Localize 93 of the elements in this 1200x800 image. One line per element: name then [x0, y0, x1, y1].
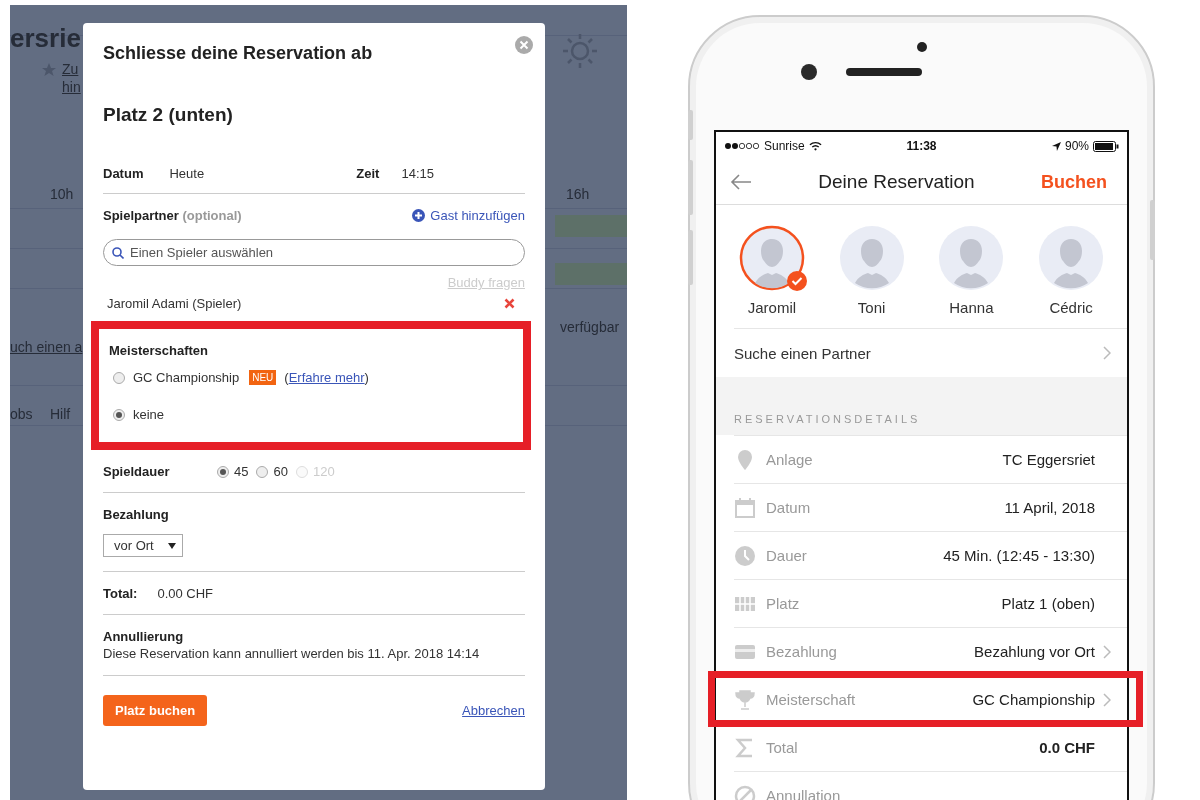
detail-value: TC Eggersriet	[1002, 451, 1095, 468]
calendar-icon	[734, 496, 756, 519]
star-icon[interactable]	[42, 63, 56, 77]
player-name: Hanna	[949, 299, 994, 316]
cancel-link[interactable]: Abbrechen	[462, 703, 525, 718]
option-label: keine	[133, 407, 165, 422]
detail-value: Bezahlung vor Ort	[974, 643, 1095, 660]
total-value: 0.00 CHF	[157, 586, 214, 601]
radio-button[interactable]	[256, 465, 269, 478]
page-text: verfügbar	[560, 319, 620, 335]
detail-label: Datum	[766, 499, 812, 516]
player-name: Cédric	[1049, 299, 1093, 316]
add-guest-link[interactable]: Gast hinzufügen	[412, 208, 525, 223]
check-icon	[786, 271, 807, 291]
time-label: Zeit	[356, 166, 380, 181]
avatar-icon[interactable]	[1038, 225, 1105, 291]
option-label: 60	[273, 464, 288, 479]
player-name: Jaromil Adami (Spieler)	[107, 296, 242, 311]
plus-icon	[412, 209, 426, 222]
status-time: 11:38	[906, 139, 937, 153]
player-name: Toni	[857, 299, 886, 316]
avatar-icon[interactable]	[938, 225, 1005, 291]
signal-icon	[724, 142, 760, 150]
page-text: 16h	[566, 186, 590, 202]
option-label: 45	[234, 464, 249, 479]
battery-icon	[1093, 140, 1119, 152]
book-link[interactable]: Buchen	[1041, 171, 1107, 193]
sun-icon	[562, 33, 598, 69]
screen-title: Deine Reservation	[817, 171, 976, 193]
camera-icon	[916, 42, 927, 52]
section-header: RESERVATIONSDETAILS	[716, 377, 1127, 435]
wifi-icon	[808, 141, 822, 151]
detail-value: GC Championship	[972, 691, 1095, 708]
player-search-field[interactable]: Einen Spieler auswählen	[103, 239, 525, 266]
detail-value: 0.0 CHF	[1039, 739, 1095, 756]
close-icon[interactable]	[515, 36, 533, 54]
court-title: Platz 2 (unten)	[103, 104, 234, 126]
availability-bar	[555, 263, 627, 285]
duration-label: Spieldauer	[103, 464, 171, 479]
cancellation-text: Diese Reservation kann annulliert werden bis 11. Apr. 2018 14:14	[103, 646, 481, 661]
radio-button[interactable]	[113, 408, 125, 421]
detail-value: Platz 1 (oben)	[1001, 595, 1095, 612]
detail-value: 11 April, 2018	[1004, 499, 1095, 516]
payment-label: Bezahlung	[103, 507, 170, 522]
detail-label: Bezahlung	[766, 643, 838, 660]
remove-icon[interactable]	[504, 298, 515, 309]
row-label: Suche einen Partner	[734, 344, 871, 362]
paren-text: (	[284, 370, 289, 385]
prohibited-icon	[734, 784, 756, 800]
battery-percent: 90%	[1064, 139, 1089, 153]
availability-bar	[555, 215, 627, 237]
chevron-icon	[1103, 346, 1111, 360]
player-name: Jaromil	[747, 299, 797, 316]
avatar-icon[interactable]	[738, 225, 805, 291]
cancellation-label: Annullierung	[103, 629, 185, 644]
paren-text: )	[364, 370, 369, 385]
caret-icon	[167, 542, 176, 549]
radio-button[interactable]	[217, 465, 229, 478]
detail-label: Anlage	[766, 451, 814, 468]
search-icon	[112, 247, 124, 259]
chevron-icon	[1103, 644, 1111, 659]
option-label: GC Championship	[133, 370, 240, 385]
partner-label: Spielpartner (optional)	[103, 208, 242, 223]
date-label: Datum	[103, 166, 144, 181]
clock-icon	[734, 544, 756, 567]
avatar-icon[interactable]	[838, 225, 905, 291]
detail-label: Platz	[766, 595, 801, 612]
radio-button[interactable]	[113, 371, 125, 384]
speaker-icon	[845, 68, 922, 76]
new-badge: NEU	[249, 370, 277, 385]
total-label: Total:	[103, 586, 138, 601]
page-text: 10h	[50, 186, 74, 202]
trophy-icon	[734, 688, 756, 711]
detail-row[interactable]: Meisterschaft GC Championship	[712, 675, 1139, 723]
carrier-name: Sunrise	[764, 139, 805, 153]
camera-lens-icon	[800, 64, 817, 80]
detail-value: 45 Min. (12:45 - 13:30)	[943, 547, 1095, 564]
learn-more-link[interactable]: Erfahre mehr	[288, 370, 365, 385]
detail-label: Meisterschaft	[766, 691, 857, 708]
chevron-icon	[1103, 692, 1111, 707]
detail-label: Total	[766, 739, 799, 756]
date-value: Heute	[169, 166, 205, 181]
location-arrow-icon	[1051, 141, 1061, 151]
detail-row[interactable]: Bezahlung Bezahlung vor Ort	[734, 627, 1127, 675]
payment-dropdown[interactable]: vor Ort	[103, 534, 183, 557]
section-label: Meisterschaften	[109, 343, 209, 358]
time-value: 14:15	[401, 166, 434, 181]
page-title: ersrie	[10, 23, 81, 54]
back-arrow-icon[interactable]	[730, 174, 752, 190]
page-text: obs	[10, 406, 33, 422]
page-text: Hilf	[50, 406, 71, 422]
detail-label: Dauer	[766, 547, 808, 564]
dialog-title: Schliesse deine Reservation ab	[103, 43, 374, 64]
